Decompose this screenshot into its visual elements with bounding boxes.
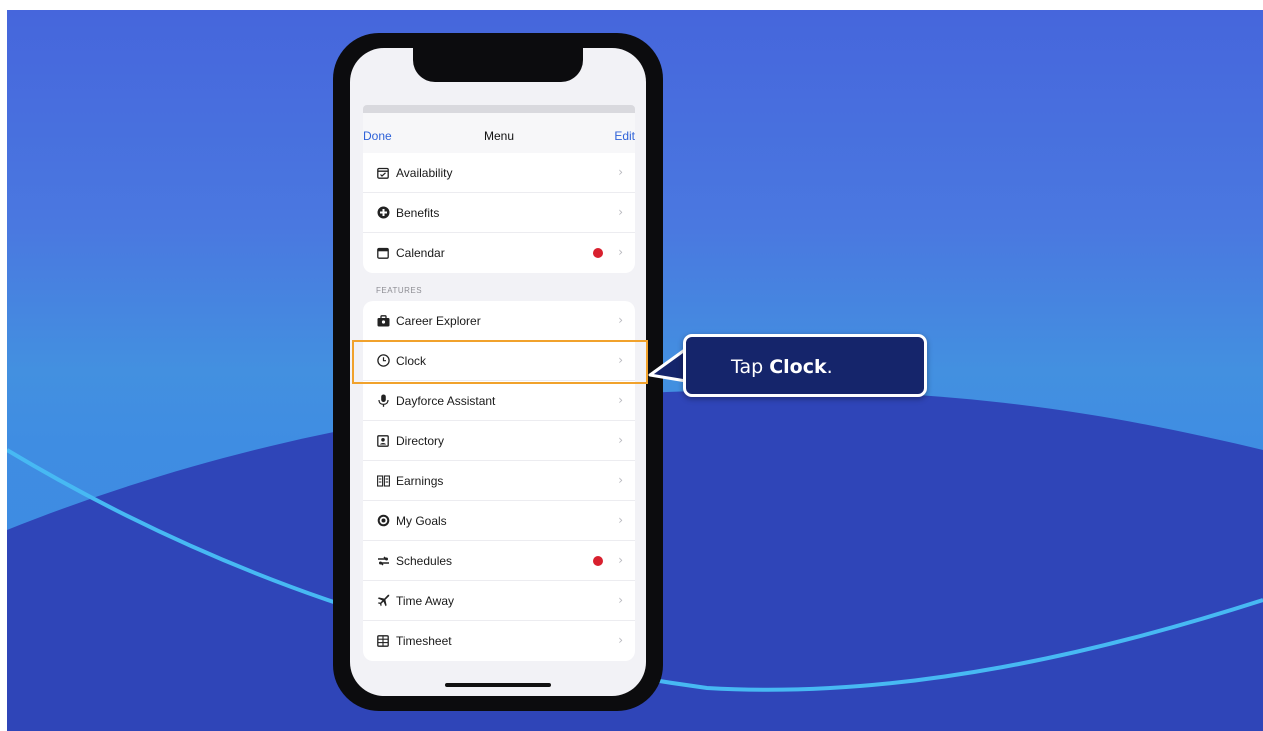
timesheet-icon: [376, 634, 390, 648]
menu-group-top: Availability › Benefits › Calendar ›: [363, 153, 635, 273]
briefcase-icon: [376, 314, 390, 328]
chevron-right-icon: ›: [618, 313, 623, 327]
menu-item-label: My Goals: [396, 513, 447, 528]
menu-item-time-away[interactable]: Time Away ›: [363, 581, 635, 621]
navigation-bar: Done Menu Edit: [363, 113, 635, 157]
callout-bold-text: Clock: [769, 356, 827, 378]
notification-badge: [593, 248, 603, 258]
notification-badge: [593, 556, 603, 566]
calendar-icon: [376, 246, 390, 260]
clock-highlight-box: [352, 340, 648, 384]
menu-item-label: Availability: [396, 165, 453, 180]
menu-item-label: Time Away: [396, 593, 455, 608]
menu-item-career-explorer[interactable]: Career Explorer ›: [363, 301, 635, 341]
microphone-icon: [376, 394, 390, 408]
chevron-right-icon: ›: [618, 633, 623, 647]
menu-item-label: Directory: [396, 433, 445, 448]
menu-item-my-goals[interactable]: My Goals ›: [363, 501, 635, 541]
airplane-icon: [376, 594, 390, 608]
benefits-icon: [376, 206, 390, 220]
chevron-right-icon: ›: [618, 593, 623, 607]
menu-item-benefits[interactable]: Benefits ›: [363, 193, 635, 233]
menu-item-label: Benefits: [396, 205, 440, 220]
menu-item-label: Schedules: [396, 553, 453, 568]
menu-item-dayforce-assistant[interactable]: Dayforce Assistant ›: [363, 381, 635, 421]
menu-item-timesheet[interactable]: Timesheet ›: [363, 621, 635, 661]
menu-item-label: Timesheet: [396, 634, 452, 648]
menu-item-label: Dayforce Assistant: [396, 393, 496, 408]
schedules-icon: [376, 554, 390, 568]
chevron-right-icon: ›: [618, 553, 623, 567]
chevron-right-icon: ›: [618, 393, 623, 407]
chevron-right-icon: ›: [618, 513, 623, 527]
chevron-right-icon: ›: [618, 433, 623, 447]
menu-item-schedules[interactable]: Schedules ›: [363, 541, 635, 581]
phone-notch: [413, 48, 583, 82]
menu-item-earnings[interactable]: Earnings ›: [363, 461, 635, 501]
instruction-callout: Tap Clock.: [683, 334, 927, 397]
home-indicator: [445, 683, 551, 687]
callout-pointer: [648, 347, 688, 383]
menu-item-label: Calendar: [396, 246, 445, 260]
callout-prefix: Tap: [731, 356, 770, 378]
page-title: Menu: [483, 129, 515, 143]
menu-item-label: Career Explorer: [396, 313, 481, 328]
availability-icon: [376, 166, 390, 180]
section-header-features: FEATURES: [376, 286, 423, 295]
edit-button[interactable]: Edit: [614, 129, 635, 143]
directory-icon: [376, 434, 390, 448]
menu-item-label: Earnings: [396, 473, 444, 488]
chevron-right-icon: ›: [618, 205, 623, 219]
menu-item-calendar[interactable]: Calendar ›: [363, 233, 635, 273]
chevron-right-icon: ›: [618, 165, 623, 179]
callout-text: Tap Clock.: [731, 356, 833, 378]
menu-item-directory[interactable]: Directory ›: [363, 421, 635, 461]
earnings-icon: [376, 474, 390, 488]
chevron-right-icon: ›: [618, 245, 623, 259]
callout-suffix: .: [826, 356, 833, 378]
sheet-grip: [363, 105, 635, 113]
goals-icon: [376, 514, 390, 528]
chevron-right-icon: ›: [618, 473, 623, 487]
menu-item-availability[interactable]: Availability ›: [363, 153, 635, 193]
